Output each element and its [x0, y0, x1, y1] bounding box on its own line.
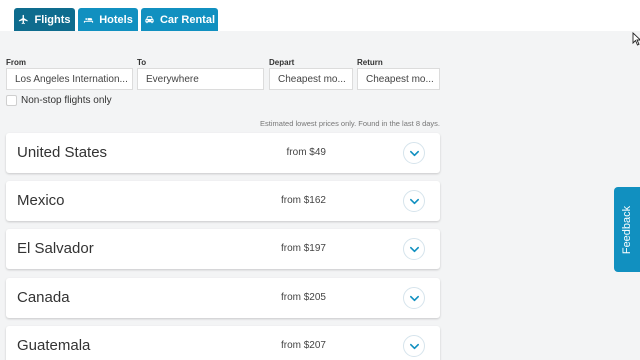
result-row[interactable]: Guatemala from $207 [6, 326, 440, 360]
chevron-down-icon [409, 150, 419, 156]
result-price: from $162 [280, 195, 326, 206]
chevron-down-icon [409, 295, 419, 301]
return-label: Return [357, 58, 383, 67]
chevron-down-icon [409, 246, 419, 252]
result-row[interactable]: United States from $49 [6, 133, 440, 173]
depart-label: Depart [269, 58, 295, 67]
chevron-down-icon [409, 198, 419, 204]
expand-button[interactable] [403, 287, 425, 309]
result-price: from $197 [280, 243, 326, 254]
tab-hotels[interactable]: Hotels [78, 8, 138, 31]
nonstop-label[interactable]: Non-stop flights only [21, 95, 112, 106]
return-field[interactable]: Cheapest mo... [357, 68, 440, 90]
plane-icon [19, 14, 29, 25]
result-price: from $207 [280, 340, 326, 351]
expand-button[interactable] [403, 190, 425, 212]
feedback-button[interactable]: Feedback [614, 187, 640, 272]
result-country: Guatemala [17, 337, 91, 354]
result-country: Canada [17, 289, 70, 306]
mouse-cursor-icon [632, 32, 640, 46]
result-price: from $205 [280, 292, 326, 303]
feedback-label: Feedback [621, 205, 633, 254]
tab-flights-label: Flights [34, 13, 71, 26]
car-icon [145, 16, 154, 24]
bed-icon [84, 16, 94, 23]
result-price: from $49 [286, 147, 326, 158]
result-country: Mexico [17, 192, 65, 209]
from-label: From [6, 58, 26, 67]
expand-button[interactable] [403, 142, 425, 164]
to-label: To [137, 58, 147, 67]
nonstop-checkbox[interactable] [6, 95, 17, 106]
tab-car-rental[interactable]: Car Rental [141, 8, 218, 31]
price-note: Estimated lowest prices only. Found in t… [260, 119, 440, 128]
result-country: El Salvador [17, 240, 94, 257]
from-field[interactable]: Los Angeles Internation... [6, 68, 133, 90]
tab-car-rental-label: Car Rental [159, 13, 216, 26]
expand-button[interactable] [403, 238, 425, 260]
expand-button[interactable] [403, 335, 425, 357]
result-row[interactable]: El Salvador from $197 [6, 229, 440, 269]
result-row[interactable]: Canada from $205 [6, 278, 440, 318]
tab-hotels-label: Hotels [99, 13, 133, 26]
to-field[interactable]: Everywhere [137, 68, 264, 90]
depart-field[interactable]: Cheapest mo... [269, 68, 353, 90]
chevron-down-icon [409, 343, 419, 349]
result-row[interactable]: Mexico from $162 [6, 181, 440, 221]
tab-flights[interactable]: Flights [14, 8, 75, 31]
result-country: United States [17, 144, 108, 161]
